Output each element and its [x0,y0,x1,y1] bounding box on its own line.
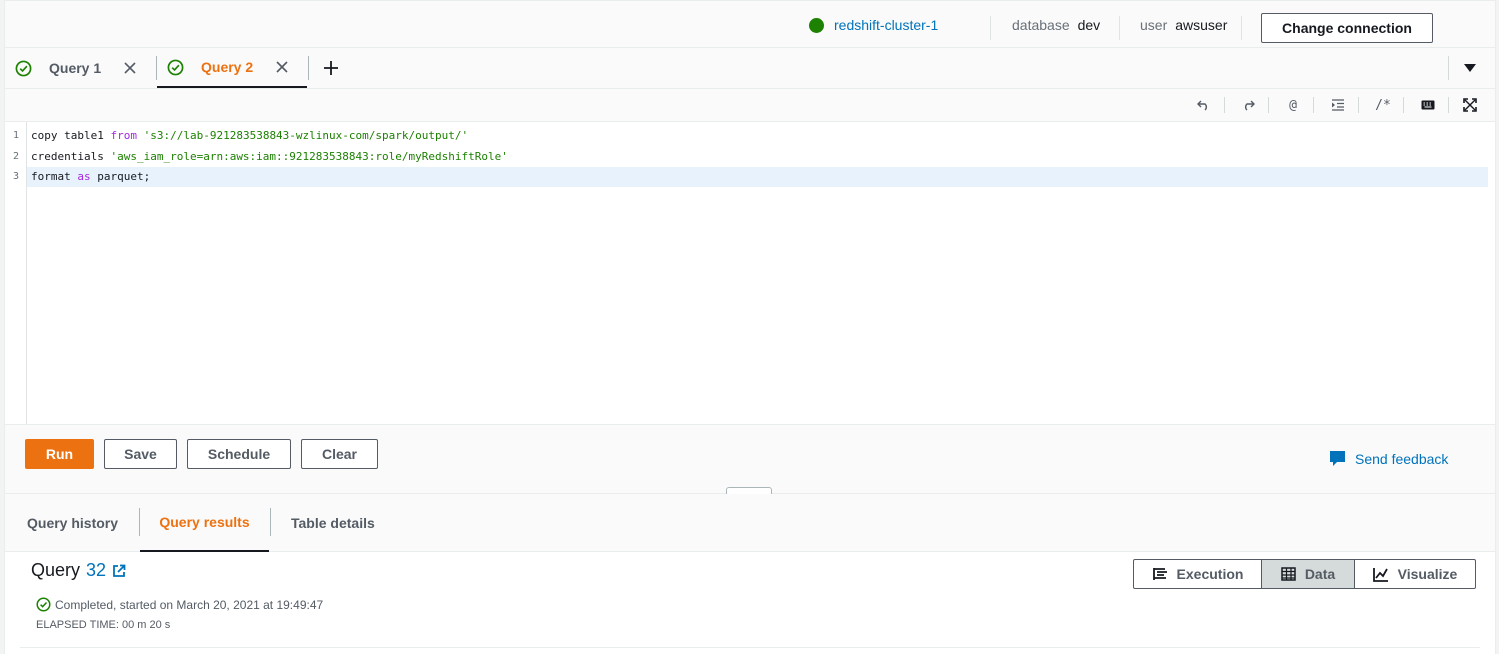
tab-query-results[interactable]: Query results [140,494,269,552]
divider [1241,16,1242,40]
divider [1313,97,1314,113]
divider [1268,97,1269,113]
connection-bar: redshift-cluster-1 database dev user aws… [5,0,1495,48]
divider [1448,97,1449,113]
editor-toolbar: @ /* [5,89,1495,122]
tab-label: Table details [291,515,375,531]
tab-table-details[interactable]: Table details [291,494,375,552]
status-text: Completed, started on March 20, 2021 at … [55,597,324,612]
feedback-icon [1330,451,1345,466]
fullscreen-icon[interactable] [1461,96,1479,114]
status-line: Completed, started on March 20, 2021 at … [36,597,323,612]
divider [1448,56,1449,80]
query-label: Query [31,560,81,580]
elapsed-time: ELAPSED TIME: 00 m 20 s [36,619,171,631]
database-value: dev [1077,17,1101,33]
tab-divider [270,508,271,536]
editor-actions: Run Save Schedule Clear Send feedback [5,424,1495,496]
query-title: Query 32 [31,560,126,581]
tab-label: Query 1 [49,60,102,76]
execution-view-button[interactable]: Execution [1134,560,1261,588]
cluster-name-link[interactable]: redshift-cluster-1 [834,17,938,33]
table-grid-icon [1281,567,1296,581]
indent-icon[interactable] [1329,96,1347,114]
user-label: user [1140,17,1168,33]
divider [1119,16,1120,40]
tab-label: Query history [27,515,119,531]
connected-status-dot [809,17,824,33]
tab-query-2[interactable]: Query 2 [157,48,307,88]
check-circle-icon [15,60,32,76]
line-number: 1 [13,130,20,141]
user-value: awsuser [1175,17,1228,33]
tab-label: Query 2 [201,59,254,75]
visualize-view-button[interactable]: Visualize [1354,560,1475,588]
execution-icon [1152,568,1167,580]
at-icon[interactable]: @ [1284,96,1302,114]
divider [1358,97,1359,113]
database-info: database dev [1012,1,1100,49]
comment-icon[interactable]: /* [1374,96,1392,114]
query-tab-bar: Query 1 Query 2 [5,48,1495,89]
code-line[interactable]: credentials 'aws_iam_role=arn:aws:iam::9… [31,147,508,167]
save-button[interactable]: Save [104,439,177,469]
line-number: 3 [13,171,20,182]
keyboard-icon[interactable] [1419,96,1437,114]
tab-query-history[interactable]: Query history [27,494,118,552]
view-label: Data [1304,566,1336,582]
view-label: Execution [1176,566,1244,582]
tab-label: Query results [159,514,250,530]
clear-button[interactable]: Clear [301,439,378,469]
redo-icon[interactable] [1239,96,1257,114]
caret-down-icon[interactable] [1463,62,1477,74]
feedback-label: Send feedback [1355,450,1449,467]
chart-line-icon [1372,567,1388,582]
sql-editor[interactable]: 1 2 3 copy table1 from 's3://lab-9212835… [5,122,1495,424]
close-icon[interactable] [123,61,137,75]
code-text: parquet; [90,170,151,183]
query-results-panel: Query 32 Completed, started on March 20,… [5,552,1495,654]
database-label: database [1012,17,1070,33]
divider [1224,97,1225,113]
divider [1403,97,1404,113]
code-text: copy table1 [31,129,111,142]
send-feedback-link[interactable]: Send feedback [1329,450,1448,467]
sql-string: 'aws_iam_role=arn:aws:iam::921283538843:… [110,150,508,163]
cluster-connection[interactable]: redshift-cluster-1 [809,1,938,49]
check-circle-icon [167,59,184,75]
user-info: user awsuser [1140,1,1227,49]
results-tab-bar: Query history Query results Table detail… [5,494,1495,552]
check-circle-icon [36,597,51,612]
external-link-icon[interactable] [112,564,126,578]
change-connection-button[interactable]: Change connection [1261,13,1433,43]
code-line[interactable]: copy table1 from 's3://lab-921283538843-… [31,126,468,146]
code-text: credentials [31,150,111,163]
view-label: Visualize [1397,566,1458,582]
schedule-button[interactable]: Schedule [187,439,291,469]
results-view-toggle: Execution Data Visualize [1133,559,1476,589]
right-scrollbar[interactable] [1495,0,1499,654]
code-text: format [31,170,78,183]
line-number-gutter: 1 2 3 [5,122,27,424]
sql-keyword: as [77,170,91,183]
add-tab-icon[interactable] [323,60,339,76]
data-view-button[interactable]: Data [1261,560,1354,588]
undo-icon[interactable] [1195,96,1213,114]
close-icon[interactable] [275,60,289,74]
divider [20,647,1480,648]
divider [990,16,991,40]
query-id-link[interactable]: 32 [86,560,106,581]
code-line-active[interactable]: format as parquet; [27,167,1488,187]
sql-string: 's3://lab-921283538843-wzlinux-com/spark… [143,129,469,142]
run-button[interactable]: Run [25,439,94,469]
tab-divider [308,56,309,80]
sql-keyword: from [110,129,137,142]
line-number: 2 [13,151,20,162]
tab-query-1[interactable]: Query 1 [15,48,145,88]
